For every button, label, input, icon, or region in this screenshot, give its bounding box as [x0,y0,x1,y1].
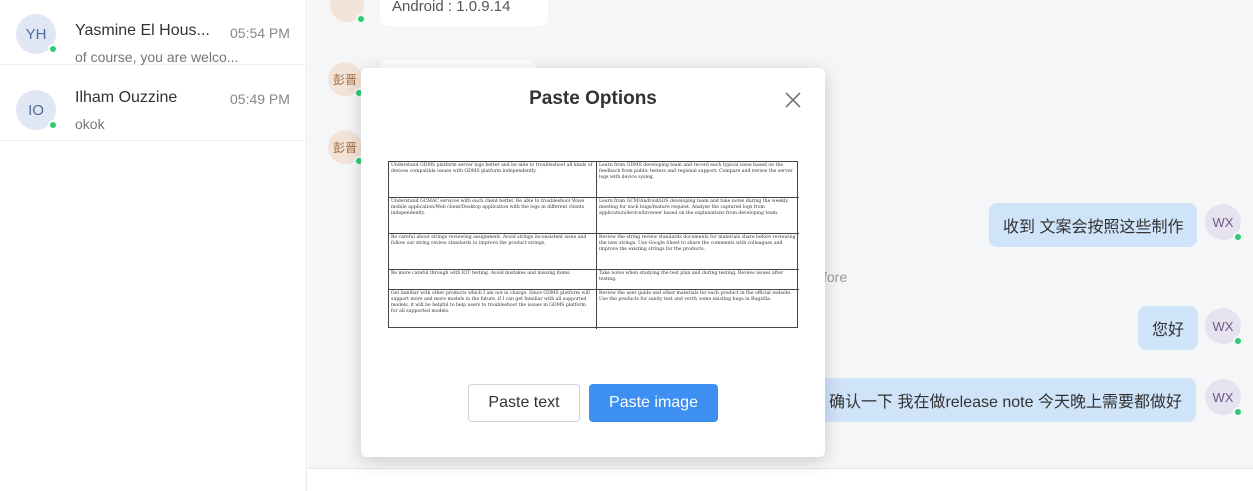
sender-avatar-initials: 彭晋 [332,72,357,87]
message-input-bar[interactable] [308,468,1253,491]
conversation-item-yasmine[interactable]: YH Yasmine El Hous... 05:54 PM of course… [0,0,307,65]
table-cell: Be careful about strings reviewing assig… [389,234,597,270]
table-cell: Learn from GCM/Android/iOS developing te… [597,198,799,234]
message-bubble-right: 您好 [1138,306,1199,350]
table-cell: Understand GDMS platform server logs bet… [389,162,597,198]
avatar: YH [16,14,58,54]
conversation-name: Ilham Ouzzine [75,89,178,106]
my-avatar: WX [1205,308,1243,346]
message-bubble-right: 确认一下 我在做release note 今天晚上需要都做好 [815,378,1196,422]
table-cell: Get familiar with other products which I… [389,290,597,329]
close-button[interactable] [781,88,805,112]
sender-avatar [330,0,366,24]
table-cell: Take notes when studying the test plan a… [597,270,799,290]
paste-image-button[interactable]: Paste image [589,384,718,422]
my-avatar-initials: WX [1212,318,1234,334]
message-bubble-right: 收到 文案会按照这些制作 [989,203,1198,247]
online-status-dot [48,44,58,54]
my-avatar: WX [1205,204,1243,242]
table-cell: Review the user guide and other material… [599,291,792,302]
close-icon [785,92,801,108]
my-avatar-initials: WX [1212,214,1234,230]
online-status-dot [1233,232,1243,242]
avatar: IO [16,90,58,130]
online-status-dot [48,120,58,130]
table-cell: Understand GCMAC services with each clie… [389,198,597,234]
paste-text-button[interactable]: Paste text [468,384,580,422]
table-cell: Be more careful through with IOT testing… [389,270,597,290]
paste-options-dialog: Paste Options Understand GDMS platform s… [361,68,825,457]
online-status-dot [1233,336,1243,346]
message-bubble-left: Android : 1.0.9.14 [380,0,548,26]
conversation-item-ilham[interactable]: IO Ilham Ouzzine 05:49 PM okok [0,76,307,141]
sender-avatar: 彭晋 [328,130,364,166]
dialog-title: Paste Options [529,88,657,109]
online-status-dot [1233,407,1243,417]
avatar-initials: YH [25,25,47,43]
conversation-sidebar: YH Yasmine El Hous... 05:54 PM of course… [0,0,307,491]
table-cell: Review the string review standards docum… [597,234,799,270]
my-avatar: WX [1205,379,1243,417]
sender-avatar-initials: 彭晋 [332,140,357,155]
system-notice: fore [823,269,848,285]
table-cell: Learn from GDMS developing team and reco… [597,162,799,198]
conversation-name: Yasmine El Hous... [75,22,210,39]
conversation-time: 05:54 PM [230,25,290,41]
online-status-dot [356,14,366,24]
my-avatar-initials: WX [1212,389,1234,405]
conversation-time: 05:49 PM [230,91,290,107]
conversation-preview: okok [75,116,105,132]
conversation-preview: of course, you are welco... [75,49,239,65]
sender-avatar: 彭晋 [328,62,364,98]
avatar-initials: IO [28,101,44,119]
pasted-table-preview: Understand GDMS platform server logs bet… [388,161,799,329]
